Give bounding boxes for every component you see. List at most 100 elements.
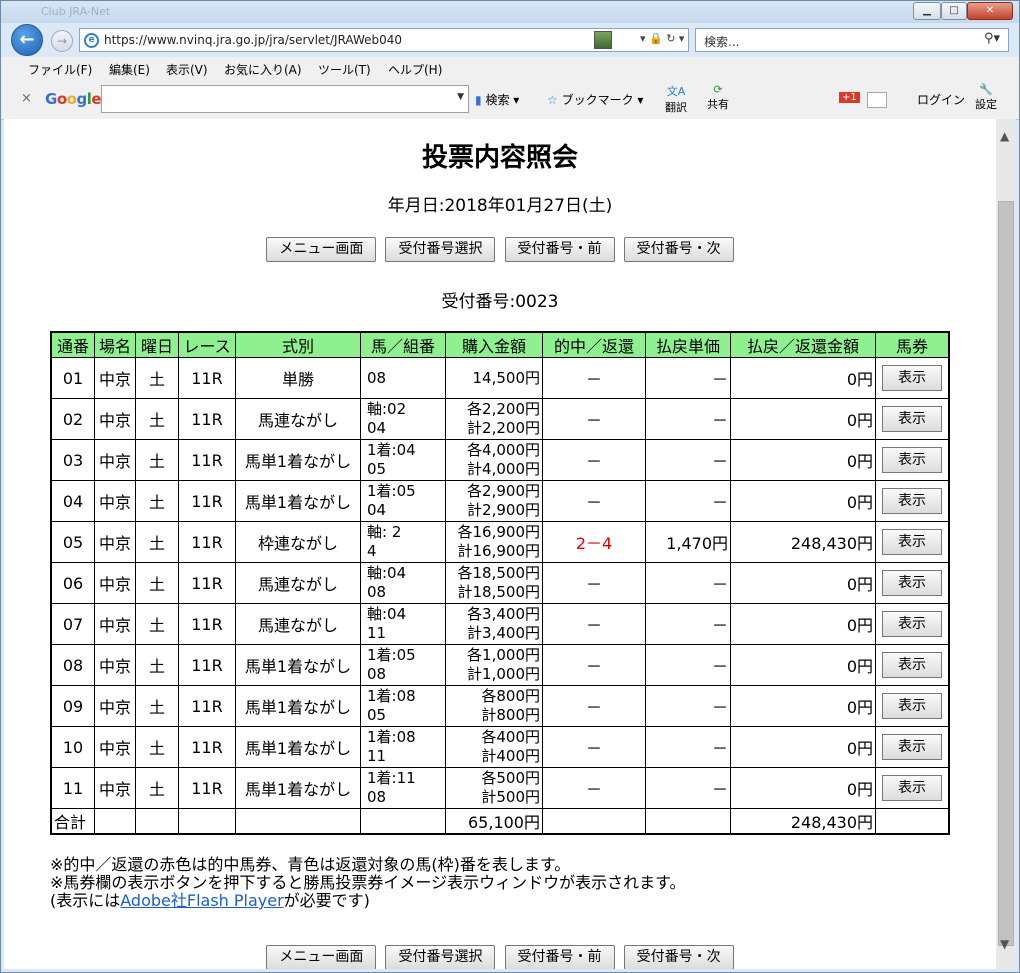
kumi-line-2: 08 (367, 583, 387, 601)
cell-place: 中京 (94, 521, 136, 563)
show-ticket-button[interactable]: 表示 (882, 734, 942, 760)
col-kumi: 馬／組番 (360, 331, 446, 358)
receipt-select-button[interactable]: 受付番号選択 (385, 237, 496, 262)
dropdown-arrow-icon[interactable]: ▼ (457, 92, 464, 102)
receipt-next-button[interactable]: 受付番号・次 (623, 237, 734, 262)
menu-file[interactable]: ファイル(F) (28, 61, 92, 78)
kumi-line-1: 1着:04 (367, 441, 416, 459)
menu-view[interactable]: 表示(V) (166, 61, 208, 78)
maximize-button[interactable]: □ (941, 2, 967, 20)
total-empty (235, 808, 361, 835)
show-ticket-button[interactable]: 表示 (882, 570, 942, 596)
cell-no: 09 (50, 685, 95, 727)
total-empty (94, 808, 136, 835)
cell-payout: 0円 (730, 398, 876, 440)
cell-type: 馬単1着ながし (235, 685, 361, 727)
plus-one-button[interactable]: +1 (839, 92, 860, 103)
cell-no: 03 (50, 439, 95, 481)
address-bar[interactable]: e https://www.nvinq.jra.go.jp/jra/servle… (79, 28, 689, 52)
show-ticket-button[interactable]: 表示 (882, 406, 942, 432)
menu-screen-button-bottom[interactable]: メニュー画面 (266, 945, 377, 969)
cell-place: 中京 (94, 398, 136, 440)
address-url[interactable]: https://www.nvinq.jra.go.jp/jra/servlet/… (104, 33, 402, 47)
search-placeholder[interactable]: 検索... (704, 33, 739, 50)
login-link[interactable]: ログイン (917, 91, 965, 108)
amount-line-1: 各2,200円 (467, 400, 540, 418)
cell-payout: 0円 (730, 439, 876, 481)
scroll-thumb[interactable] (998, 201, 1014, 946)
flash-player-link[interactable]: Adobe社Flash Player (120, 891, 283, 910)
amount-line-2: 計2,200円 (467, 419, 540, 437)
page-thumbnail-icon[interactable] (594, 31, 612, 49)
cell-no: 11 (50, 767, 95, 809)
show-ticket-button[interactable]: 表示 (882, 447, 942, 473)
scroll-up-icon[interactable]: ▲ (1000, 129, 1009, 143)
ie-icon: e (84, 33, 99, 48)
share-button[interactable]: ⟳ 共有 (707, 83, 729, 112)
scroll-down-icon[interactable]: ▼ (1000, 937, 1009, 951)
menu-help[interactable]: ヘルプ(H) (388, 61, 442, 78)
amount-line-2: 計500円 (481, 788, 540, 806)
close-toolbar-icon[interactable]: × (21, 91, 32, 106)
show-ticket-button[interactable]: 表示 (882, 488, 942, 514)
cell-kumi: 1着:05 08 (360, 644, 446, 686)
receipt-prev-button-bottom[interactable]: 受付番号・前 (504, 945, 615, 969)
minimize-button[interactable]: ▁ (913, 2, 941, 20)
kumi-line-1: 08 (367, 368, 387, 387)
menu-favorites[interactable]: お気に入り(A) (224, 61, 302, 78)
total-amount: 65,100円 (445, 808, 543, 835)
show-ticket-button[interactable]: 表示 (882, 529, 942, 555)
cell-amount: 各16,900円 計16,900円 (445, 521, 543, 563)
cell-hit: － (542, 439, 646, 481)
receipt-select-button-bottom[interactable]: 受付番号選択 (385, 945, 496, 969)
cell-ticket: 表示 (875, 603, 950, 645)
cell-hit: － (542, 357, 646, 399)
navigation-bar: ← → e https://www.nvinq.jra.go.jp/jra/se… (1, 23, 1019, 57)
back-button[interactable]: ← (11, 24, 43, 56)
google-search-input[interactable]: ▼ (101, 85, 469, 113)
cell-kumi: 1着:05 04 (360, 480, 446, 522)
cell-kumi: 軸:02 04 (360, 398, 446, 440)
amount-line-2: 計2,900円 (467, 501, 540, 519)
cell-ticket: 表示 (875, 439, 950, 481)
cell-payout: 0円 (730, 644, 876, 686)
cell-hit: 2－4 (542, 521, 646, 563)
show-ticket-button[interactable]: 表示 (882, 652, 942, 678)
col-hit: 的中／返還 (542, 331, 646, 358)
bookmark-label: ブックマーク (561, 93, 634, 107)
amount-line-2: 計3,400円 (467, 624, 540, 642)
address-tools-icon[interactable]: ▾ 🔒 ↻ ▾ (640, 32, 684, 45)
cell-place: 中京 (94, 603, 136, 645)
translate-button[interactable]: 文A 翻訳 (665, 83, 687, 115)
cell-amount: 各2,900円 計2,900円 (445, 480, 543, 522)
amount-line-1: 各500円 (481, 769, 540, 787)
menu-tools[interactable]: ツール(T) (318, 61, 371, 78)
table-row: 05 中京土 11R 枠連ながし 軸: 2 4 各16,900円 計16,900円 2－4 1,4… (50, 521, 950, 563)
cell-no: 06 (50, 562, 95, 604)
show-ticket-button[interactable]: 表示 (882, 693, 942, 719)
cell-ticket: 表示 (875, 562, 950, 604)
show-ticket-button[interactable]: 表示 (882, 365, 942, 391)
vertical-scrollbar[interactable]: ▲ ▼ (996, 119, 1016, 969)
show-ticket-button[interactable]: 表示 (882, 611, 942, 637)
search-box[interactable]: 検索... ⚲▾ (695, 28, 1009, 52)
total-empty (542, 808, 646, 835)
google-search-button[interactable]: ▮ 検索 ▾ (475, 91, 519, 108)
forward-button[interactable]: → (51, 30, 73, 52)
cell-kumi: 1着:08 11 (360, 726, 446, 768)
col-unit: 払戻単価 (645, 331, 731, 358)
amount-line-1: 各400円 (481, 728, 540, 746)
receipt-prev-button[interactable]: 受付番号・前 (504, 237, 615, 262)
show-ticket-button[interactable]: 表示 (882, 775, 942, 801)
close-button[interactable]: ✕ (967, 2, 1013, 20)
receipt-next-button-bottom[interactable]: 受付番号・次 (623, 945, 734, 969)
cell-amount: 各3,400円 計3,400円 (445, 603, 543, 645)
settings-button[interactable]: 🔧 設定 (975, 83, 997, 112)
table-row: 10 中京土 11R 馬単1着ながし 1着:08 11 各400円 計400円－－ 0円 表示 (50, 726, 950, 768)
menu-edit[interactable]: 編集(E) (109, 61, 150, 78)
amount-line-1: 各18,500円 (457, 564, 541, 582)
cell-unit: － (645, 767, 731, 809)
search-icon[interactable]: ⚲▾ (984, 31, 1000, 46)
menu-screen-button[interactable]: メニュー画面 (266, 237, 377, 262)
bookmark-button[interactable]: ☆ ブックマーク ▾ (547, 91, 643, 108)
